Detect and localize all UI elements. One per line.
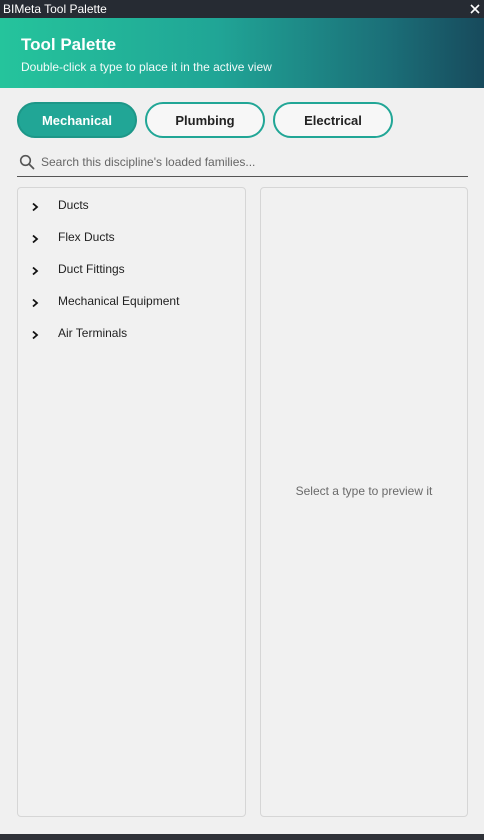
search-input[interactable]: [41, 152, 461, 172]
tab-mechanical[interactable]: Mechanical: [17, 102, 137, 138]
tree-item-label: Ducts: [58, 198, 89, 212]
search-icon: [19, 154, 35, 170]
tree-item-ducts[interactable]: Ducts: [18, 194, 245, 216]
search-bar: [17, 150, 468, 177]
chevron-right-icon[interactable]: [30, 295, 40, 308]
tree-item-label: Mechanical Equipment: [58, 294, 180, 308]
family-tree-panel: Ducts Flex Ducts Duct Fittings Mechanica…: [17, 187, 246, 817]
type-preview-panel: Select a type to preview it: [260, 187, 468, 817]
tree-item-flex-ducts[interactable]: Flex Ducts: [18, 226, 245, 248]
tab-plumbing[interactable]: Plumbing: [145, 102, 265, 138]
window-bottom-border: [0, 834, 484, 840]
tree-item-label: Duct Fittings: [58, 262, 125, 276]
chevron-right-icon[interactable]: [30, 263, 40, 276]
tree-item-duct-fittings[interactable]: Duct Fittings: [18, 258, 245, 280]
chevron-right-icon[interactable]: [30, 327, 40, 340]
window-titlebar[interactable]: BIMeta Tool Palette: [0, 0, 484, 18]
tool-palette-window: BIMeta Tool Palette Tool Palette Double-…: [0, 0, 484, 840]
window-title: BIMeta Tool Palette: [3, 2, 107, 16]
close-icon[interactable]: [466, 0, 484, 18]
chevron-right-icon[interactable]: [30, 231, 40, 244]
page-title: Tool Palette: [21, 35, 117, 54]
tree-item-mechanical-equipment[interactable]: Mechanical Equipment: [18, 290, 245, 312]
palette-header: Tool Palette Double-click a type to plac…: [0, 18, 484, 88]
page-subtitle: Double-click a type to place it in the a…: [21, 60, 272, 74]
tree-item-air-terminals[interactable]: Air Terminals: [18, 322, 245, 344]
tree-item-label: Flex Ducts: [58, 230, 115, 244]
preview-placeholder-text: Select a type to preview it: [295, 484, 433, 498]
tab-electrical[interactable]: Electrical: [273, 102, 393, 138]
chevron-right-icon[interactable]: [30, 199, 40, 212]
tree-item-label: Air Terminals: [58, 326, 128, 340]
